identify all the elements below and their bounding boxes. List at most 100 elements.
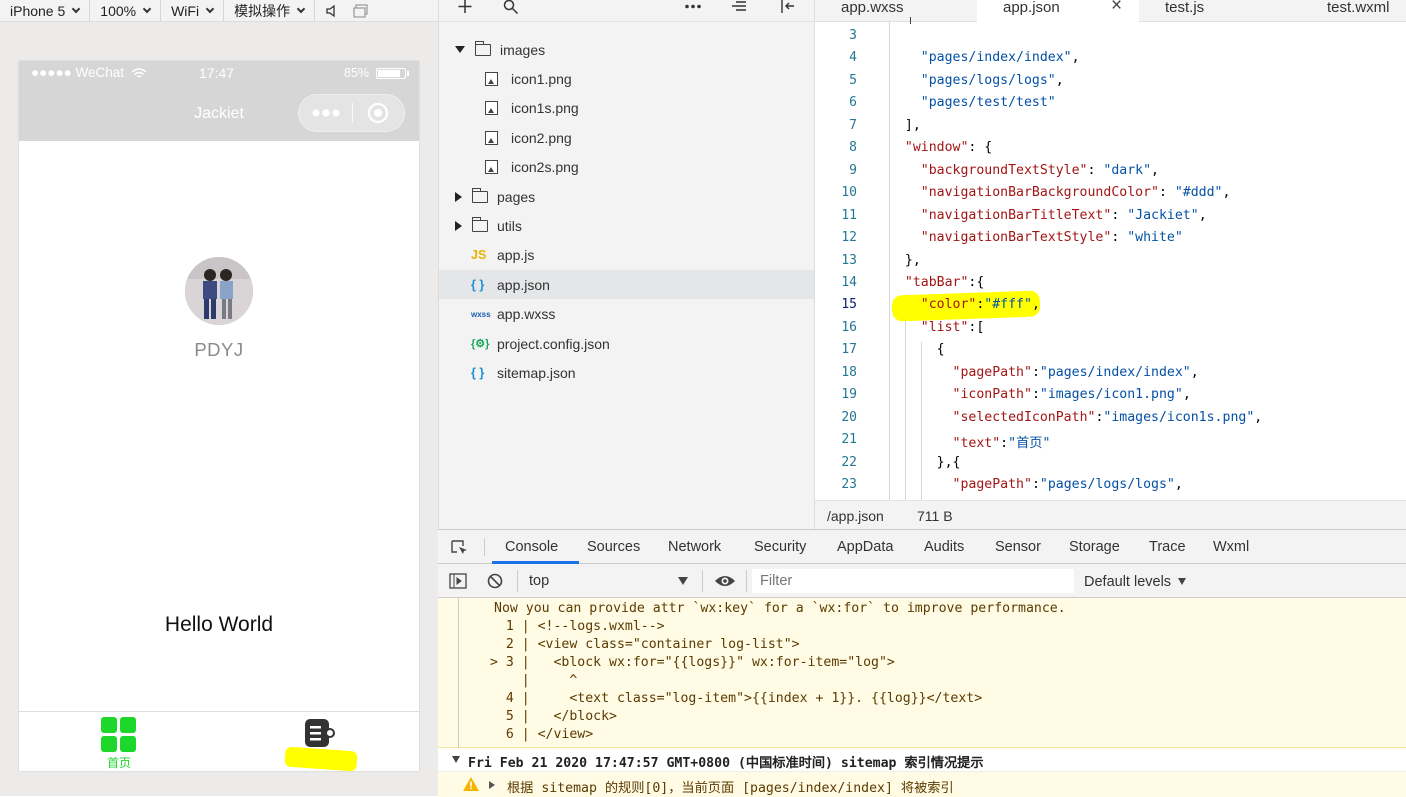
code-line: "pages/test/test" [920,95,1056,111]
close-miniprogram-button[interactable] [359,95,399,131]
code-line: "window": { [904,140,993,156]
popout-button[interactable] [349,0,379,22]
expand-triangle-icon [452,756,460,763]
tree-item[interactable]: JS app.js [439,241,815,270]
json-file-icon: { } [471,365,485,380]
code-line: "pages/index/index", [920,50,1080,66]
devtools-tab-audits[interactable]: Audits [924,539,964,555]
tree-item[interactable]: {⚙} project.config.json [439,329,815,358]
tree-item[interactable]: utils [439,211,815,240]
avatar-photo [185,257,253,325]
tree-item-label: project.config.json [497,335,610,352]
code-line: "list":[ [920,319,985,335]
add-icon[interactable] [457,0,473,14]
tab-home[interactable]: 首页 [69,714,169,770]
mode-select[interactable]: 模拟操作 [224,0,316,22]
tab-logs[interactable] [269,714,369,770]
tree-item-label: icon1.png [511,70,572,87]
tab-label: app.json [1003,0,1060,16]
capsule-menu [298,94,405,132]
zoom-select[interactable]: 100% [90,0,162,22]
json-file-icon: { } [471,277,485,292]
tree-item[interactable]: { } sitemap.json [439,358,815,387]
line-number: 6 [849,95,857,111]
eye-icon[interactable] [714,574,736,588]
devtools-tab-sensor[interactable]: Sensor [995,539,1041,555]
device-label: iPhone 5 [10,2,66,19]
line-number: 16 [841,319,857,335]
tree-item[interactable]: { } app.json [439,270,815,300]
devtools-tabs: Console Sources Network Security AppData Audi… [438,530,1406,564]
tab-app-wxss[interactable]: app.wxss [815,0,977,22]
code-line: "navigationBarTextStyle": "white" [920,230,1183,246]
tab-bar: 首页 [19,711,419,772]
file-size: 711 B [917,508,953,524]
code-line: "navigationBarBackgroundColor": "#ddd", [920,185,1231,201]
line-number: 15 [841,297,857,313]
tree-item-label: utils [497,217,522,234]
more-button[interactable] [309,95,343,131]
levels-select[interactable]: Default levels [1084,568,1204,594]
split-icon[interactable] [779,0,795,14]
code-line: "iconPath":"images/icon1.png", [952,387,1191,403]
clear-console-icon[interactable] [487,573,503,589]
devtools-tab-security[interactable]: Security [754,539,806,555]
line-number: 20 [841,409,857,425]
code-line: "color":"#fff", [920,297,1040,313]
tab-app-json[interactable]: app.json × [977,0,1139,22]
volume-button[interactable] [315,0,349,22]
line-number: 14 [841,274,857,290]
more-icon[interactable] [685,4,701,10]
warning-code-line: 6 | </view> [482,727,594,742]
image-file-icon [485,130,498,145]
device-select[interactable]: iPhone 5 [0,0,91,22]
warning-code-line: 1 | <!--logs.wxml--> [482,619,665,634]
code-line: "backgroundTextStyle": "dark", [920,162,1159,178]
tree-item[interactable]: icon2s.png [439,153,815,182]
chevron-down-icon [205,4,215,13]
devtools-tab-appdata[interactable]: AppData [837,539,893,555]
tree-item[interactable]: wxss app.wxss [439,300,815,329]
chevron-right-icon[interactable] [455,191,462,202]
code-area[interactable]: 3 4 "pages/index/index", 5 "pages/logs/log… [815,22,1406,500]
sidebar-toggle-icon[interactable] [449,573,467,589]
chevron-down-icon [142,4,152,13]
tab-test-wxml[interactable]: test.wxml [1301,0,1406,22]
tree-item[interactable]: icon1.png [439,64,815,93]
tab-test-js[interactable]: test.js [1139,0,1301,22]
devtools-tab-trace[interactable]: Trace [1149,539,1186,555]
tree-item[interactable]: pages [439,182,815,211]
code-line: }, [889,252,921,268]
chevron-down-icon[interactable] [455,46,465,53]
devtools-tab-wxml[interactable]: Wxml [1213,539,1249,555]
code-line: "tabBar":{ [904,274,985,290]
context-select[interactable]: top [526,568,694,594]
search-icon[interactable] [503,0,519,14]
console-sitemap-warning: 根据 sitemap 的规则[0]，当前页面 [pages/index/inde… [438,772,1406,797]
sitemap-message: 根据 sitemap 的规则[0]，当前页面 [pages/index/inde… [507,781,954,796]
close-tab-icon[interactable]: × [1111,0,1122,15]
user-avatar[interactable] [185,257,253,325]
inspect-icon[interactable] [451,540,469,556]
network-select[interactable]: WiFi [161,0,225,22]
user-nickname: PDYJ [194,339,244,360]
collapse-all-icon[interactable] [731,0,747,14]
devtools-tab-sources[interactable]: Sources [587,539,640,555]
devtools-tab-network[interactable]: Network [668,539,721,555]
context-label: top [529,573,550,589]
devtools-tab-storage[interactable]: Storage [1069,539,1120,555]
tab-label: app.wxss [841,0,904,16]
file-path: /app.json [827,508,884,524]
devtools-tab-console[interactable]: Console [505,539,558,555]
line-number: 10 [841,185,857,201]
tree-item[interactable]: icon1s.png [439,94,815,123]
console-group-header[interactable]: Fri Feb 21 2020 17:47:57 GMT+0800 (中国标准时… [438,748,1406,772]
filter-input[interactable] [752,569,1074,593]
levels-label: Default levels [1084,574,1172,590]
expand-right-icon[interactable] [489,781,495,789]
warning-code-line: 2 | <view class="container log-list"> [482,637,800,652]
hello-text: Hello World [164,613,274,636]
tree-item[interactable]: images [439,35,815,64]
chevron-right-icon[interactable] [455,220,462,231]
tree-item[interactable]: icon2.png [439,123,815,152]
